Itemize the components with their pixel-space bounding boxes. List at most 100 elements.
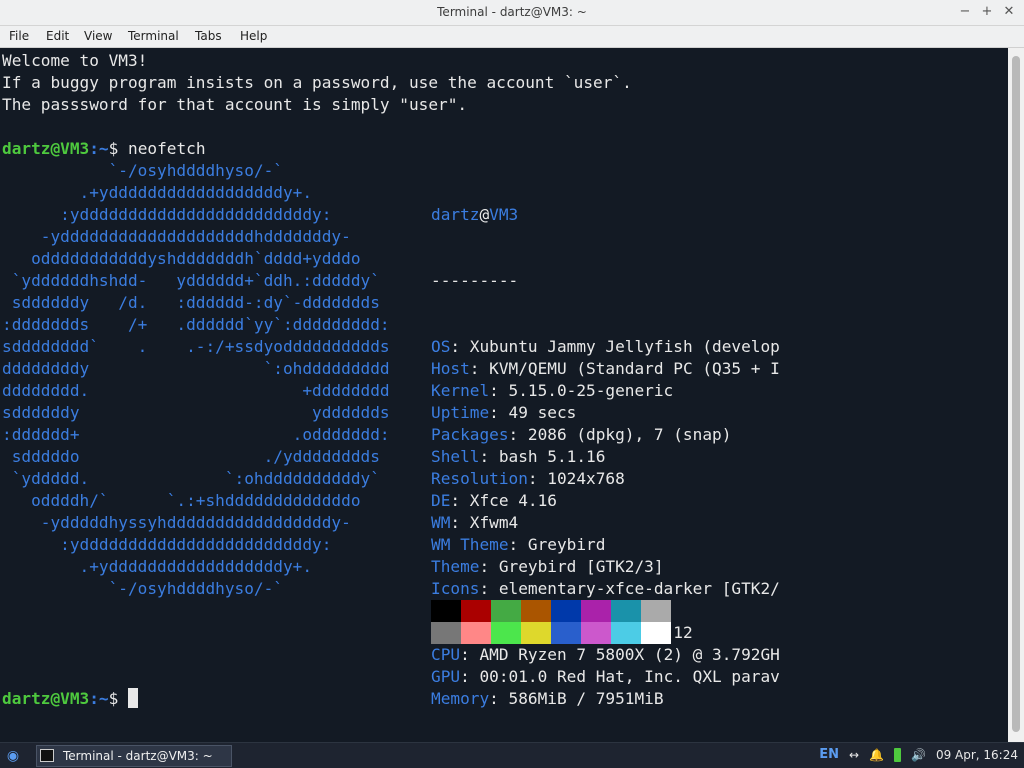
- logo-line: sdddddddd` . .-:/+ssdyodddddddddds: [2, 337, 390, 356]
- color-swatch: [521, 600, 551, 622]
- color-swatch: [491, 600, 521, 622]
- info-row: Icons: elementary-xfce-darker [GTK2/: [431, 578, 780, 600]
- logo-line: oddddh/` `.:+shdddddddddddddo: [2, 491, 361, 510]
- info-row: Packages: 2086 (dpkg), 7 (snap): [431, 424, 780, 446]
- info-key: Shell: [431, 447, 480, 466]
- scrollbar[interactable]: [1008, 48, 1024, 742]
- info-row: DE: Xfce 4.16: [431, 490, 780, 512]
- info-value: 49 secs: [508, 403, 577, 422]
- logo-line: :yddddddddddddddddddddddddy:: [2, 205, 332, 224]
- info-colon: :: [489, 689, 509, 708]
- info-header: dartz@VM3: [431, 204, 780, 226]
- distro-logo-ascii: `-/osyhddddhyso/-` .+ydddddddddddddddddd…: [2, 160, 390, 600]
- logo-line: -yddddddddddddddddddddhdddddddy-: [2, 227, 351, 246]
- color-swatch: [431, 622, 461, 644]
- taskbar-item-label: Terminal - dartz@VM3: ~: [63, 749, 213, 763]
- info-value: Xfce 4.16: [469, 491, 557, 510]
- keyboard-layout-indicator[interactable]: EN: [819, 747, 839, 762]
- prompt-user: dartz@VM3: [2, 139, 90, 158]
- motd-line: If a buggy program insists on a password…: [2, 73, 632, 92]
- info-key: Resolution: [431, 469, 528, 488]
- window-title: Terminal - dartz@VM3: ~: [437, 5, 587, 19]
- color-swatch: [491, 622, 521, 644]
- info-colon: :: [450, 491, 470, 510]
- terminal-output[interactable]: Welcome to VM3! If a buggy program insis…: [0, 48, 1008, 742]
- menu-terminal[interactable]: Terminal: [128, 29, 179, 43]
- battery-icon[interactable]: [893, 747, 901, 762]
- info-key: OS: [431, 337, 451, 356]
- info-row: Resolution: 1024x768: [431, 468, 780, 490]
- active-prompt-line[interactable]: dartz@VM3:~$: [2, 688, 138, 710]
- info-host: VM3: [489, 205, 519, 224]
- logo-line: odddddddddddyshdddddddh`dddd+ydddo: [2, 249, 361, 268]
- info-value: 586MiB / 7951MiB: [508, 689, 664, 708]
- prompt-user: dartz@VM3: [2, 689, 90, 708]
- notification-bell-icon[interactable]: 🔔: [869, 748, 884, 762]
- color-swatch: [521, 622, 551, 644]
- prompt-symbol: $: [108, 689, 128, 708]
- info-key: DE: [431, 491, 451, 510]
- info-colon: :: [479, 557, 499, 576]
- info-colon: :: [527, 469, 548, 488]
- color-palette: [431, 600, 671, 644]
- logo-line: sddddddy ydddddds: [2, 403, 390, 422]
- logo-line: ddddddddy `:ohddddddddd: [2, 359, 390, 378]
- logo-line: `yddddddhshdd- ydddddd+`ddh.:dddddy`: [2, 271, 380, 290]
- menu-edit[interactable]: Edit: [46, 29, 69, 43]
- command-line: dartz@VM3:~$ neofetch: [2, 138, 206, 160]
- info-value: 00:01.0 Red Hat, Inc. QXL parav: [479, 667, 780, 686]
- prompt-path: :~: [89, 139, 109, 158]
- info-colon: :: [489, 381, 509, 400]
- info-key: Kernel: [431, 381, 490, 400]
- menu-tabs[interactable]: Tabs: [195, 29, 222, 43]
- menu-file[interactable]: File: [9, 29, 29, 43]
- text-cursor: [128, 688, 138, 708]
- menubar: File Edit View Terminal Tabs Help: [0, 26, 1024, 48]
- motd-line: Welcome to VM3!: [2, 51, 148, 70]
- logo-line: -ydddddhyssyhdddddddddddddddddy-: [2, 513, 351, 532]
- info-key: Packages: [431, 425, 509, 444]
- taskbar-item-terminal[interactable]: Terminal - dartz@VM3: ~: [36, 745, 232, 767]
- color-swatch: [461, 622, 491, 644]
- logo-line: :dddddd+ .oddddddd:: [2, 425, 390, 444]
- color-swatch: [641, 600, 671, 622]
- info-value: 2086 (dpkg), 7 (snap): [527, 425, 732, 444]
- color-swatch: [551, 600, 581, 622]
- info-row: Host: KVM/QEMU (Standard PC (Q35 + I: [431, 358, 780, 380]
- info-value: AMD Ryzen 7 5800X (2) @ 3.792GH: [479, 645, 780, 664]
- logo-line: `yddddd. `:ohddddddddddy`: [2, 469, 380, 488]
- info-row: Uptime: 49 secs: [431, 402, 780, 424]
- info-key: Memory: [431, 689, 490, 708]
- whisker-menu-icon[interactable]: ◉: [4, 747, 22, 765]
- logo-line: `-/osyhddddhyso/-`: [2, 579, 283, 598]
- info-row: WM: Xfwm4: [431, 512, 780, 534]
- window-titlebar[interactable]: Terminal - dartz@VM3: ~ − + ✕: [0, 0, 1024, 26]
- maximize-icon[interactable]: +: [978, 3, 996, 21]
- volume-icon[interactable]: 🔊: [911, 748, 926, 762]
- logo-line: sdddddo ./ydddddddds: [2, 447, 380, 466]
- info-colon: :: [460, 645, 480, 664]
- info-key: CPU: [431, 645, 461, 664]
- minimize-icon[interactable]: −: [956, 3, 974, 21]
- info-row: WM Theme: Greybird: [431, 534, 780, 556]
- motd-line: The passsword for that account is simply…: [2, 95, 468, 114]
- palette-bright-row: [431, 622, 671, 644]
- scrollbar-thumb[interactable]: [1012, 56, 1020, 732]
- info-key: WM: [431, 513, 451, 532]
- clock[interactable]: 09 Apr, 16:24: [936, 748, 1018, 762]
- logo-line: dddddddd. +dddddddd: [2, 381, 390, 400]
- color-swatch: [551, 622, 581, 644]
- logo-line: :yddddddddddddddddddddddddy:: [2, 535, 332, 554]
- network-icon[interactable]: ↔: [849, 748, 859, 762]
- info-key: Host: [431, 359, 470, 378]
- menu-help[interactable]: Help: [240, 29, 267, 43]
- info-colon: :: [460, 667, 480, 686]
- info-value: Xubuntu Jammy Jellyfish (develop: [469, 337, 780, 356]
- color-swatch: [641, 622, 671, 644]
- info-row: GPU: 00:01.0 Red Hat, Inc. QXL parav: [431, 666, 780, 688]
- info-colon: :: [479, 447, 499, 466]
- color-swatch: [581, 600, 611, 622]
- menu-view[interactable]: View: [84, 29, 112, 43]
- close-icon[interactable]: ✕: [1000, 3, 1018, 21]
- info-separator: ---------: [431, 271, 519, 290]
